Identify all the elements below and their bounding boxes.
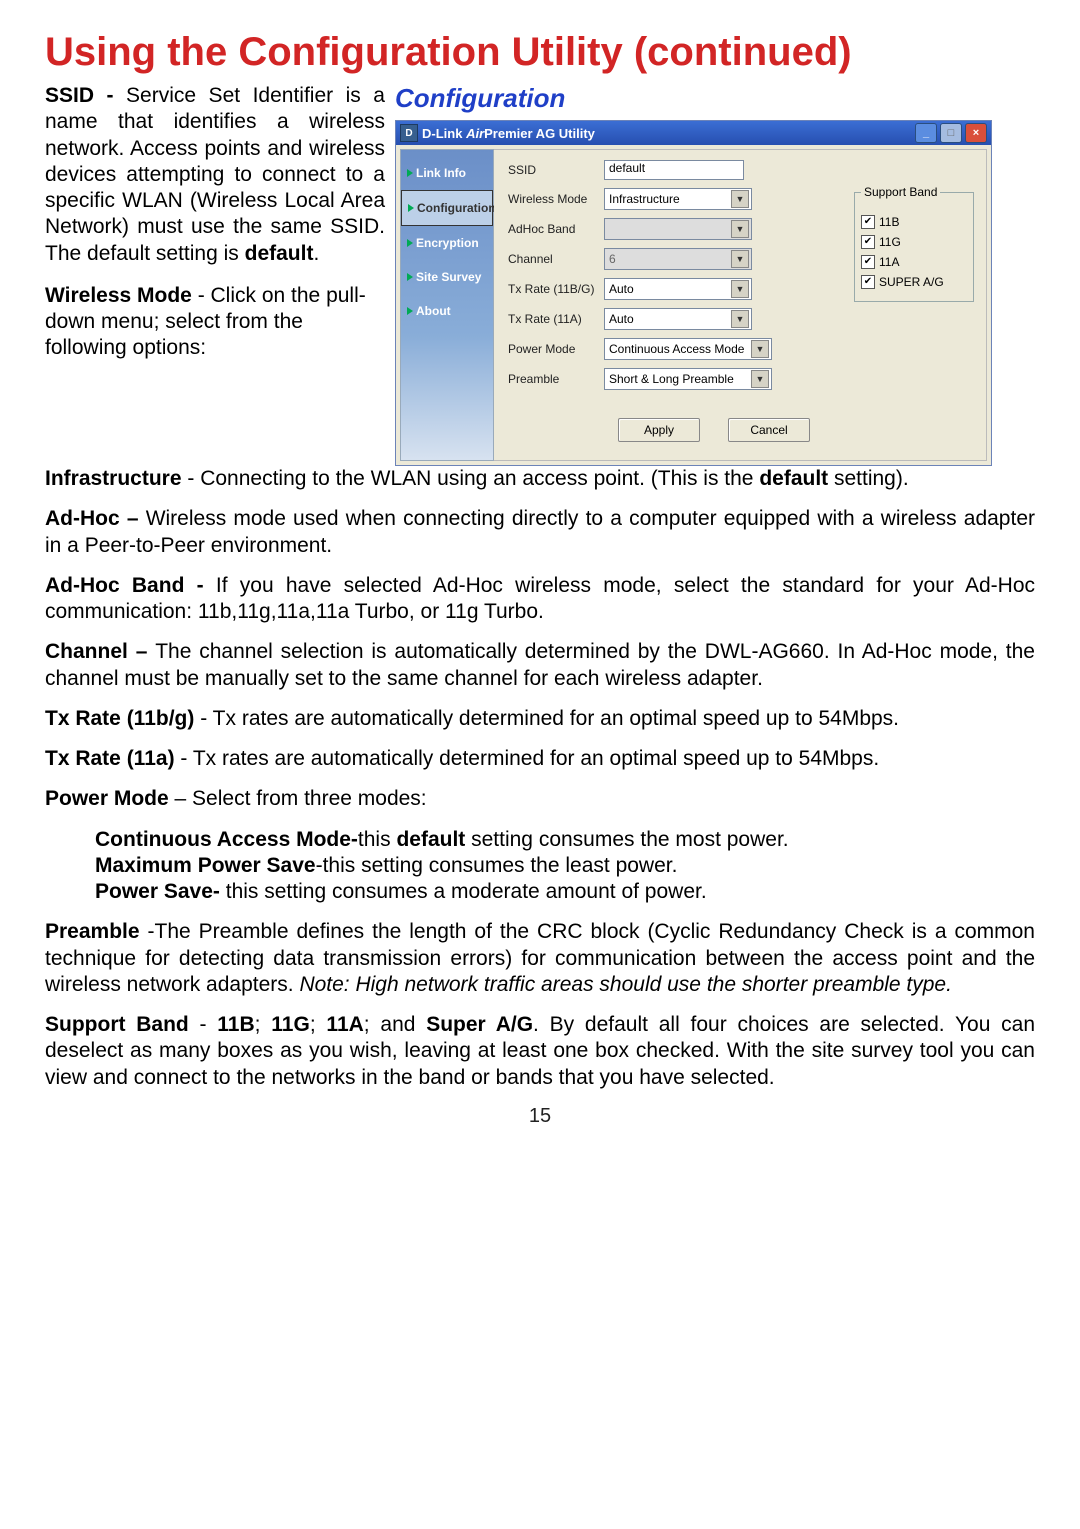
label-channel: Channel <box>508 252 598 266</box>
arrow-icon <box>407 169 413 177</box>
label-tx-rate-bg: Tx Rate (11B/G) <box>508 282 598 296</box>
checkbox-11a[interactable]: ✔ <box>861 255 875 269</box>
arrow-icon <box>407 239 413 247</box>
sidebar-item-configuration[interactable]: Configuration <box>401 190 493 226</box>
app-window: D D-Link AirPremier AG Utility _ □ × Lin… <box>395 120 992 466</box>
page-number: 15 <box>45 1105 1035 1128</box>
support-band-fieldset: Support Band ✔11B ✔11G ✔11A ✔SUPER A/G <box>854 192 974 302</box>
arrow-icon <box>407 307 413 315</box>
tx-rate-bg-select[interactable]: Auto▼ <box>604 278 752 300</box>
chevron-down-icon: ▼ <box>731 250 749 268</box>
sidebar: Link Info Configuration Encryption Site … <box>400 149 494 461</box>
ssid-label: SSID - <box>45 84 126 107</box>
infrastructure-paragraph: Infrastructure - Connecting to the WLAN … <box>45 466 1035 492</box>
arrow-icon <box>408 204 414 212</box>
sidebar-item-encryption[interactable]: Encryption <box>401 226 493 260</box>
wireless-mode-select[interactable]: Infrastructure▼ <box>604 188 752 210</box>
minimize-icon[interactable]: _ <box>915 123 937 143</box>
chevron-down-icon: ▼ <box>731 220 749 238</box>
close-icon[interactable]: × <box>965 123 987 143</box>
label-ssid: SSID <box>508 163 598 177</box>
tx-rate-a-paragraph: Tx Rate (11a) - Tx rates are automatical… <box>45 746 1035 772</box>
sidebar-item-site-survey[interactable]: Site Survey <box>401 260 493 294</box>
page-title: Using the Configuration Utility (continu… <box>45 30 1035 75</box>
chevron-down-icon: ▼ <box>751 340 769 358</box>
chevron-down-icon: ▼ <box>731 280 749 298</box>
maximize-icon[interactable]: □ <box>940 123 962 143</box>
section-title: Configuration <box>395 83 1035 114</box>
preamble-paragraph: Preamble -The Preamble defines the lengt… <box>45 919 1035 998</box>
channel-paragraph: Channel – The channel selection is autom… <box>45 639 1035 692</box>
channel-select[interactable]: 6▼ <box>604 248 752 270</box>
wireless-mode-paragraph: Wireless Mode - Click on the pull-down m… <box>45 283 385 362</box>
support-band-legend: Support Band <box>861 185 940 199</box>
power-mode-list: Continuous Access Mode-this default sett… <box>95 827 1035 906</box>
label-tx-rate-a: Tx Rate (11A) <box>508 312 598 326</box>
label-power-mode: Power Mode <box>508 342 598 356</box>
power-mode-select[interactable]: Continuous Access Mode▼ <box>604 338 772 360</box>
label-adhoc-band: AdHoc Band <box>508 222 598 236</box>
ssid-input[interactable]: default <box>604 160 744 180</box>
title-bar: D D-Link AirPremier AG Utility _ □ × <box>396 121 991 145</box>
checkbox-super-ag[interactable]: ✔ <box>861 275 875 289</box>
checkbox-11g[interactable]: ✔ <box>861 235 875 249</box>
cancel-button[interactable]: Cancel <box>728 418 810 442</box>
window-title: D-Link AirPremier AG Utility <box>422 126 915 141</box>
power-mode-paragraph: Power Mode – Select from three modes: <box>45 786 1035 812</box>
ssid-paragraph: SSID - Service Set Identifier is a name … <box>45 83 385 267</box>
sidebar-item-about[interactable]: About <box>401 294 493 328</box>
tx-rate-bg-paragraph: Tx Rate (11b/g) - Tx rates are automatic… <box>45 706 1035 732</box>
adhoc-paragraph: Ad-Hoc – Wireless mode used when connect… <box>45 506 1035 559</box>
arrow-icon <box>407 273 413 281</box>
chevron-down-icon: ▼ <box>731 310 749 328</box>
label-preamble: Preamble <box>508 372 598 386</box>
chevron-down-icon: ▼ <box>751 370 769 388</box>
checkbox-11b[interactable]: ✔ <box>861 215 875 229</box>
chevron-down-icon: ▼ <box>731 190 749 208</box>
app-icon: D <box>400 124 418 142</box>
adhoc-band-select[interactable]: ▼ <box>604 218 752 240</box>
preamble-select[interactable]: Short & Long Preamble▼ <box>604 368 772 390</box>
support-band-paragraph: Support Band - 11B; 11G; 11A; and Super … <box>45 1012 1035 1091</box>
content-pane: SSID default Wireless Mode Infrastructur… <box>494 149 987 461</box>
apply-button[interactable]: Apply <box>618 418 700 442</box>
label-wireless-mode: Wireless Mode <box>508 192 598 206</box>
sidebar-item-link-info[interactable]: Link Info <box>401 156 493 190</box>
tx-rate-a-select[interactable]: Auto▼ <box>604 308 752 330</box>
adhoc-band-paragraph: Ad-Hoc Band - If you have selected Ad-Ho… <box>45 573 1035 626</box>
